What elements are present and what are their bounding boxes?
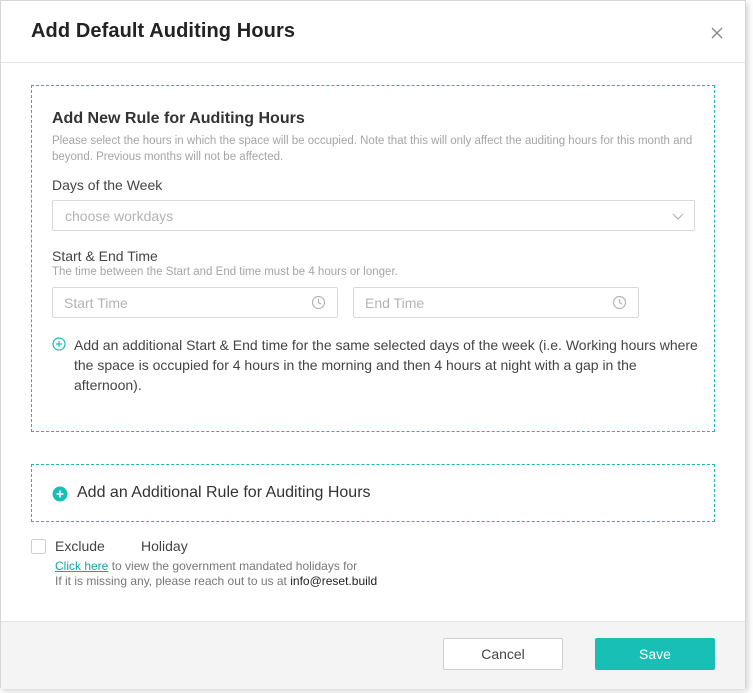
new-rule-section: Add New Rule for Auditing Hours Please s… (31, 85, 715, 432)
holiday-note-text: to view the government mandated holidays… (108, 559, 358, 573)
add-auditing-hours-modal: Add Default Auditing Hours Add New Rule … (0, 0, 746, 689)
add-additional-rule-label: Add an Additional Rule for Auditing Hour… (77, 484, 371, 501)
end-time-input[interactable]: End Time (353, 287, 639, 318)
start-end-time-label: Start & End Time (52, 248, 158, 264)
exclude-holiday-checkbox[interactable] (31, 539, 46, 554)
end-time-placeholder: End Time (365, 295, 425, 311)
days-placeholder: choose workdays (65, 208, 174, 224)
holiday-label: Holiday (141, 538, 188, 554)
modal-footer: Cancel Save (1, 621, 745, 689)
modal-title: Add Default Auditing Hours (31, 20, 296, 42)
holiday-note: Click here to view the government mandat… (55, 559, 377, 589)
add-additional-time-text: Add an additional Start & End time for t… (74, 337, 698, 393)
start-time-placeholder: Start Time (64, 295, 128, 311)
holiday-contact-text: If it is missing any, please reach out t… (55, 574, 291, 588)
plus-circle-filled-icon (52, 486, 68, 502)
view-holidays-link[interactable]: Click here (55, 559, 108, 573)
exclude-label: Exclude (55, 538, 105, 554)
days-of-week-select[interactable]: choose workdays (52, 200, 695, 231)
days-of-week-label: Days of the Week (52, 177, 163, 193)
add-additional-rule-button[interactable]: Add an Additional Rule for Auditing Hour… (31, 464, 715, 522)
clock-icon (612, 295, 627, 310)
start-time-input[interactable]: Start Time (52, 287, 338, 318)
add-additional-time[interactable]: Add an additional Start & End time for t… (52, 335, 702, 395)
rule-description: Please select the hours in which the spa… (52, 135, 693, 163)
plus-circle-icon[interactable] (52, 337, 66, 351)
holiday-note-line-1: Click here to view the government mandat… (55, 559, 377, 574)
cancel-button[interactable]: Cancel (443, 638, 563, 670)
chevron-down-icon (672, 213, 684, 220)
modal-header: Add Default Auditing Hours (1, 1, 745, 63)
clock-icon (311, 295, 326, 310)
rule-title: Add New Rule for Auditing Hours (52, 110, 305, 127)
holiday-note-line-2: If it is missing any, please reach out t… (55, 574, 377, 589)
save-button[interactable]: Save (595, 638, 715, 670)
start-end-time-hint: The time between the Start and End time … (52, 266, 398, 278)
close-icon[interactable] (709, 25, 725, 41)
contact-email: info@reset.build (290, 574, 378, 588)
